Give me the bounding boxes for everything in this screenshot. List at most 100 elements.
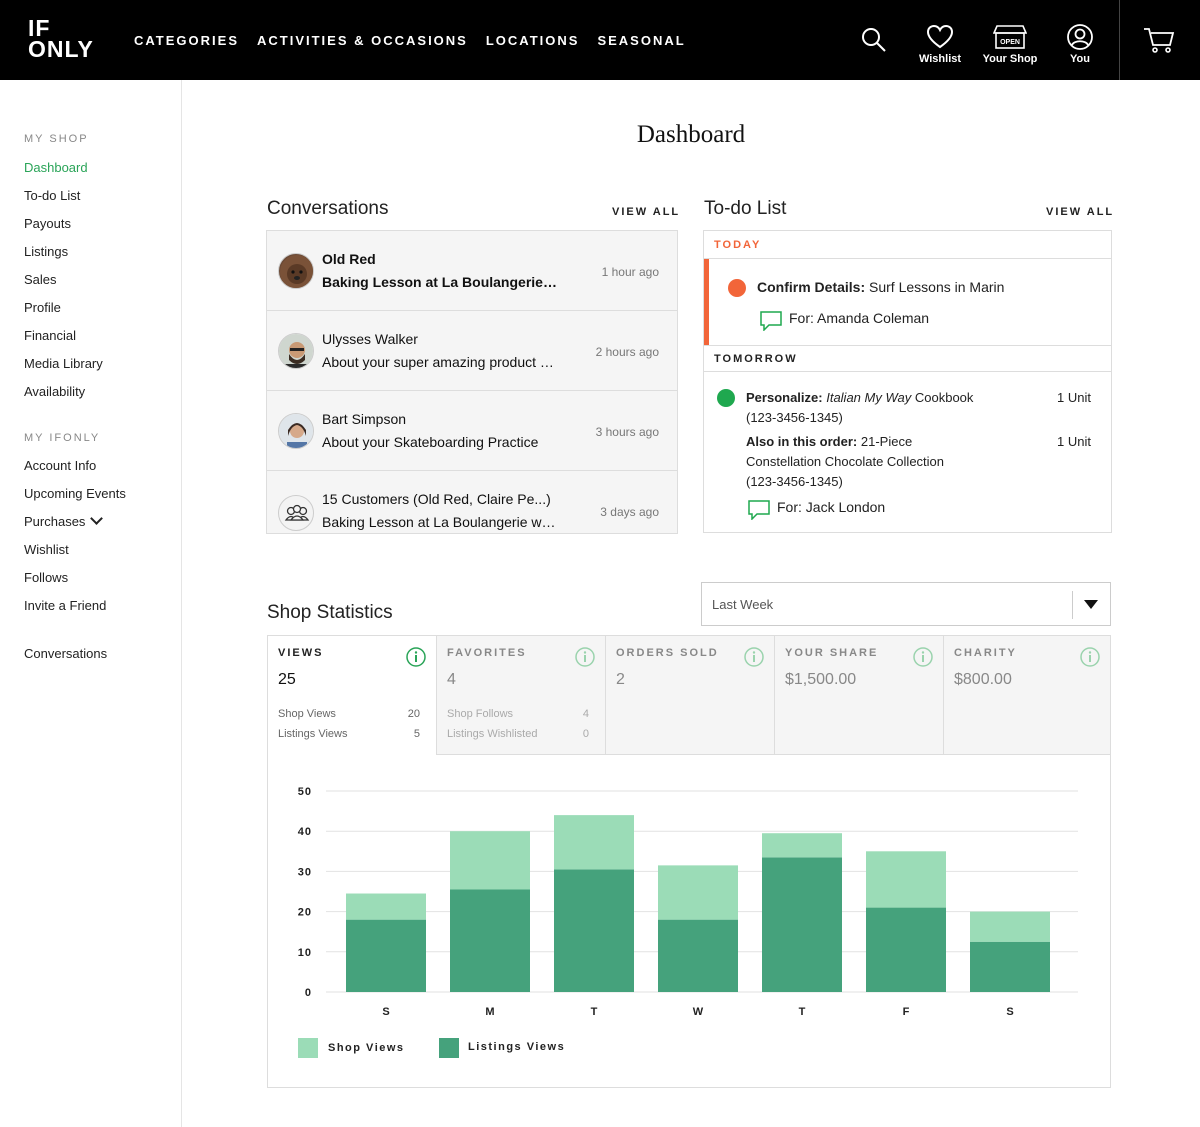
divider [1072,591,1073,619]
divider [704,345,1111,346]
avatar [278,333,314,369]
todo-item-tomorrow[interactable]: Personalize: Italian My Way Cookbook (12… [704,372,1111,532]
your-shop-button[interactable]: OPEN Your Shop [980,24,1040,65]
conversations-view-all-link[interactable]: VIEW ALL [612,206,680,218]
info-icon[interactable] [575,647,595,667]
conversation-time: 3 hours ago [595,425,659,439]
y-tick-label: 50 [298,786,312,798]
date-range-value: Last Week [712,597,774,612]
bar-segment [762,833,842,858]
wishlist-label: Wishlist [918,53,962,65]
account-button[interactable]: You [1055,24,1105,65]
legend-swatch-shop-views [298,1038,318,1058]
stat-name: VIEWS [278,647,324,659]
also-detail-2: Constellation Chocolate Collection [746,454,945,469]
sidebar-item-todo-list[interactable]: To-do List [24,188,80,203]
sidebar-item-profile[interactable]: Profile [24,300,61,315]
sidebar-item-financial[interactable]: Financial [24,328,76,343]
chevron-down-icon [90,512,104,525]
info-icon[interactable] [744,647,764,667]
conversation-subject: Baking Lesson at La Boulangerie with Che… [322,514,557,530]
bar-segment [970,911,1050,942]
units: 1 Unit [1057,390,1091,405]
conversation-row[interactable]: 15 Customers (Old Red, Claire Pe...) Bak… [267,471,677,533]
stat-tab-orders-sold[interactable]: ORDERS SOLD 2 [606,636,775,755]
stat-tab-views[interactable]: VIEWS 25 Shop Views 20 Listings Views 5 [268,636,437,755]
x-tick-label: S [1006,1006,1013,1018]
conversation-name: Old Red [322,251,376,267]
conversation-row[interactable]: Bart Simpson About your Skateboarding Pr… [267,391,677,471]
avatar [278,253,314,289]
stat-tab-your-share[interactable]: YOUR SHARE $1,500.00 [775,636,944,755]
conversation-subject: About your super amazing product listing [322,354,557,370]
stat-value: 25 [278,671,296,688]
stat-sub-value: 4 [582,708,589,720]
x-tick-label: T [591,1006,598,1018]
sidebar-item-upcoming-events[interactable]: Upcoming Events [24,486,126,501]
status-dot [728,279,746,297]
conversation-name: 15 Customers (Old Red, Claire Pe...) [322,491,551,507]
date-range-select[interactable]: Last Week [701,582,1111,626]
wishlist-button[interactable]: Wishlist [915,24,965,65]
info-icon[interactable] [406,647,426,667]
bar-segment [554,869,634,992]
today-accent-bar [704,259,709,345]
legend-swatch-listings-views [439,1038,459,1058]
info-icon[interactable] [913,647,933,667]
caret-down-icon [1084,600,1098,609]
y-tick-label: 10 [298,947,312,959]
y-tick-label: 30 [298,866,312,878]
search-button[interactable] [860,26,888,57]
nav-categories[interactable]: CATEGORIES [134,33,239,48]
sidebar-item-invite-friend[interactable]: Invite a Friend [24,598,106,613]
sidebar-item-conversations[interactable]: Conversations [24,646,107,661]
stat-sub-label: Shop Follows [447,708,514,720]
stat-sub-value: 5 [413,728,420,740]
group-icon [284,504,310,521]
todo-view-all-link[interactable]: VIEW ALL [1046,206,1114,218]
conversation-subject: Baking Lesson at La Boulangerie with Che… [322,274,557,290]
my-shop-heading: MY SHOP [24,133,89,145]
bar-segment [762,857,842,992]
user-icon [1067,24,1093,50]
sidebar-item-sales[interactable]: Sales [24,272,57,287]
sidebar-item-media-library[interactable]: Media Library [24,356,103,371]
sidebar-item-payouts[interactable]: Payouts [24,216,71,231]
heart-icon [926,24,954,49]
sidebar-item-account-info[interactable]: Account Info [24,458,96,473]
sidebar-item-purchases[interactable]: Purchases [24,512,104,529]
nav-activities-occasions[interactable]: ACTIVITIES & OCCASIONS [257,33,468,48]
todo-for: For: Jack London [777,499,886,515]
todo-item-today[interactable]: Confirm Details: Surf Lessons in Marin F… [704,259,1111,345]
svg-text:OPEN: OPEN [1000,39,1020,46]
also-label: Also in this order: [746,434,858,449]
conversations-title: Conversations [267,198,389,219]
todo-title: To-do List [704,198,787,219]
sidebar-item-follows[interactable]: Follows [24,570,68,585]
shop-statistics-title: Shop Statistics [267,602,393,623]
ifonly-logo[interactable]: IF ONLY [28,17,108,62]
sidebar-item-availability[interactable]: Availability [24,384,85,399]
sidebar-item-dashboard[interactable]: Dashboard [24,160,88,175]
bar-segment [866,851,946,908]
sidebar-item-wishlist[interactable]: Wishlist [24,542,69,557]
conversation-row[interactable]: Old Red Baking Lesson at La Boulangerie … [267,231,677,311]
stat-sub-label: Shop Views [278,708,336,720]
info-icon[interactable] [1080,647,1100,667]
stat-tab-favorites[interactable]: FAVORITES 4 Shop Follows 4 Listings Wish… [437,636,606,755]
bar-segment [866,907,946,992]
main-nav: CATEGORIES ACTIVITIES & OCCASIONS LOCATI… [134,33,704,48]
nav-seasonal[interactable]: SEASONAL [597,33,685,48]
legend-label-shop-views: Shop Views [328,1042,405,1054]
stat-value: $800.00 [954,671,1012,688]
conversation-row[interactable]: Ulysses Walker About your super amazing … [267,311,677,391]
nav-locations[interactable]: LOCATIONS [486,33,580,48]
conversation-time: 2 hours ago [595,345,659,359]
stat-value: 2 [616,671,625,688]
cart-icon [1144,28,1175,53]
message-icon [760,311,782,331]
stat-tab-charity[interactable]: CHARITY $800.00 [944,636,1110,755]
status-dot [717,389,735,407]
sidebar-item-listings[interactable]: Listings [24,244,68,259]
cart-button[interactable] [1143,26,1175,57]
